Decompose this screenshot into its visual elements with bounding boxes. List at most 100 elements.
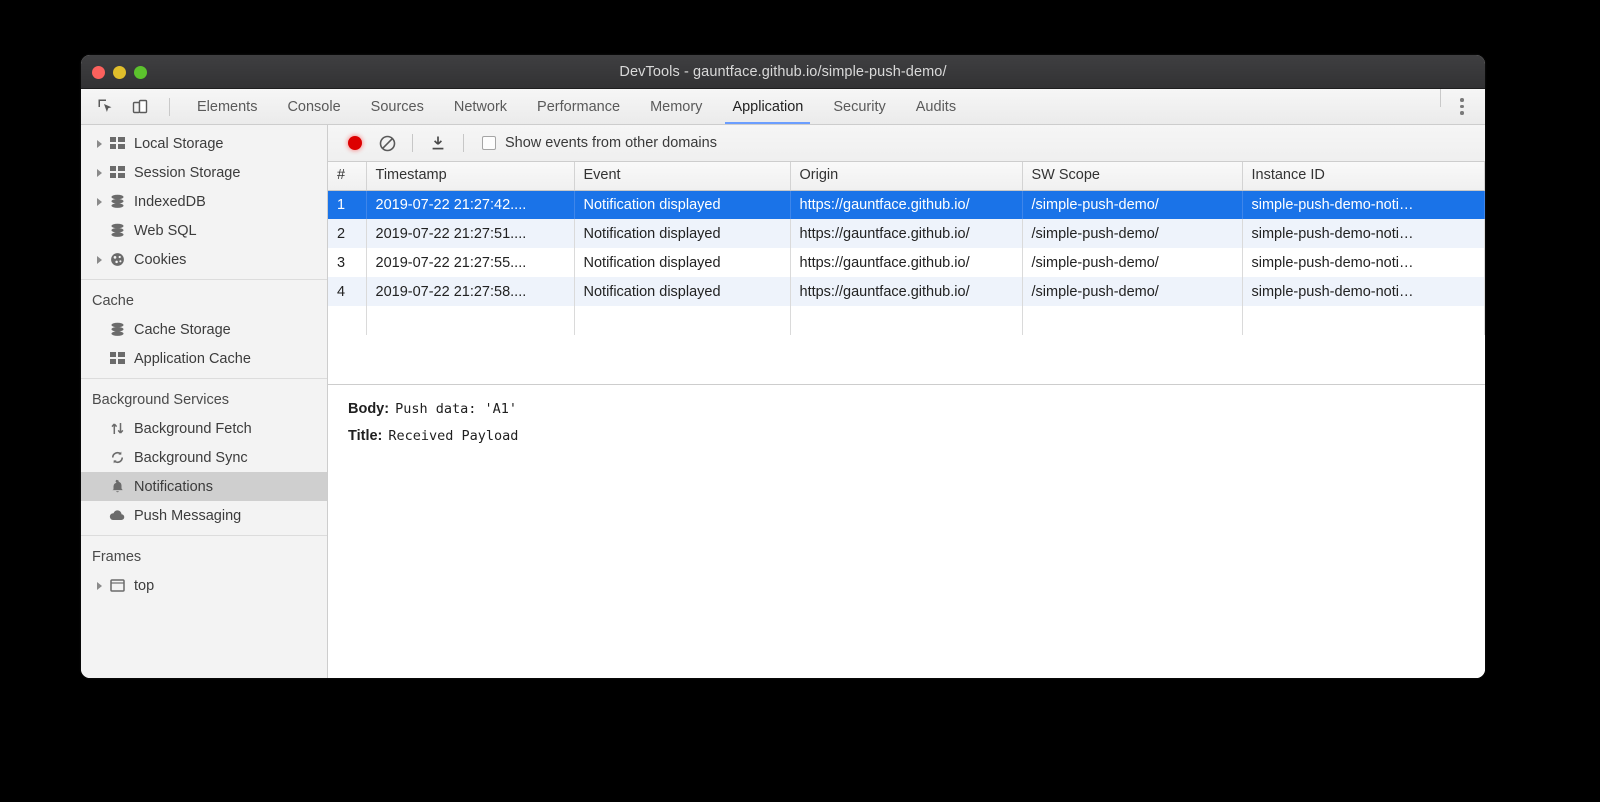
minimize-window-button[interactable] [113,66,126,79]
toolbar-divider-1 [412,134,413,152]
tab-audits[interactable]: Audits [901,89,971,124]
tab-elements[interactable]: Elements [182,89,272,124]
sidebar-item-web-sql[interactable]: Web SQL [81,216,327,245]
detail-key-title: Title: [348,428,382,444]
column-header-timestamp[interactable]: Timestamp [366,162,574,190]
sidebar-item-cache-storage[interactable]: Cache Storage [81,315,327,344]
cell-timestamp: 2019-07-22 21:27:55.... [366,248,574,277]
sidebar-group-title: Background Services [81,388,327,414]
tab-network[interactable]: Network [439,89,522,124]
panel-tabs: Elements Console Sources Network Perform… [182,89,971,124]
database-icon [106,322,128,337]
zoom-window-button[interactable] [134,66,147,79]
sidebar-group-storage: Local Storage Session Storage IndexedDB [81,129,327,279]
download-arrow-icon[interactable] [423,128,453,158]
column-header-origin[interactable]: Origin [790,162,1022,190]
cell-origin: https://gauntface.github.io/ [790,190,1022,219]
tab-label: Network [454,99,507,115]
events-table-head: # Timestamp Event Origin SW Scope Instan… [328,162,1485,190]
chevron-right-icon[interactable] [92,582,106,590]
show-other-domains-checkbox[interactable] [482,136,496,150]
toolbar-divider-2 [463,134,464,152]
chevron-right-icon[interactable] [92,198,106,206]
sidebar-item-label: Application Cache [134,351,251,367]
tab-memory[interactable]: Memory [635,89,717,124]
sidebar-item-label: top [134,578,154,594]
cell-sw-scope: /simple-push-demo/ [1022,219,1242,248]
close-window-button[interactable] [92,66,105,79]
chevron-right-icon[interactable] [92,140,106,148]
column-header-number[interactable]: # [328,162,366,190]
sync-icon [106,450,128,465]
cell-timestamp: 2019-07-22 21:27:58.... [366,277,574,306]
cell-number: 4 [328,277,366,306]
sidebar-group-cache: Cache Cache Storage Application Cache [81,279,327,378]
sidebar-group-frames: Frames top [81,535,327,605]
sidebar-item-label: Session Storage [134,165,240,181]
cell-number: 2 [328,219,366,248]
cell-timestamp: 2019-07-22 21:27:51.... [366,219,574,248]
table-row[interactable]: 2 2019-07-22 21:27:51.... Notification d… [328,219,1485,248]
table-row[interactable]: 4 2019-07-22 21:27:58.... Notification d… [328,277,1485,306]
filler-cell [1242,306,1485,335]
sidebar-item-background-sync[interactable]: Background Sync [81,443,327,472]
filler-cell [1022,306,1242,335]
sidebar-item-application-cache[interactable]: Application Cache [81,344,327,373]
cell-event: Notification displayed [574,248,790,277]
cell-origin: https://gauntface.github.io/ [790,248,1022,277]
bell-icon [106,479,128,494]
inspect-element-icon[interactable] [93,95,117,119]
kebab-menu-icon[interactable] [1451,96,1473,118]
cell-sw-scope: /simple-push-demo/ [1022,190,1242,219]
cell-instance-id: simple-push-demo-noti… [1242,277,1485,306]
device-toolbar-icon[interactable] [128,95,152,119]
column-header-sw-scope[interactable]: SW Scope [1022,162,1242,190]
chevron-right-icon[interactable] [92,169,106,177]
sidebar-item-label: Local Storage [134,136,223,152]
record-circle-icon[interactable] [340,128,370,158]
sidebar-item-label: IndexedDB [134,194,206,210]
devtools-body: Local Storage Session Storage IndexedDB [81,125,1485,678]
sidebar-item-local-storage[interactable]: Local Storage [81,129,327,158]
events-grid[interactable]: # Timestamp Event Origin SW Scope Instan… [328,162,1485,385]
tab-application[interactable]: Application [717,89,818,124]
filler-cell [790,306,1022,335]
sidebar-item-session-storage[interactable]: Session Storage [81,158,327,187]
tab-sources[interactable]: Sources [356,89,439,124]
show-other-domains-checkbox-wrap[interactable]: Show events from other domains [482,135,717,151]
tab-security[interactable]: Security [818,89,900,124]
sidebar-item-push-messaging[interactable]: Push Messaging [81,501,327,530]
events-toolbar: Show events from other domains [328,125,1485,162]
chevron-right-icon[interactable] [92,256,106,264]
tabbar-divider [169,98,170,116]
cell-instance-id: simple-push-demo-noti… [1242,219,1485,248]
window-titlebar: DevTools - gauntface.github.io/simple-pu… [81,55,1485,89]
cell-instance-id: simple-push-demo-noti… [1242,190,1485,219]
tab-console[interactable]: Console [272,89,355,124]
sidebar-item-background-fetch[interactable]: Background Fetch [81,414,327,443]
cell-sw-scope: /simple-push-demo/ [1022,277,1242,306]
sidebar-group-title: Frames [81,545,327,571]
frame-icon [106,579,128,592]
clear-no-entry-icon[interactable] [372,128,402,158]
sidebar-item-notifications[interactable]: Notifications [81,472,327,501]
table-storage-icon [106,352,128,365]
column-header-instance-id[interactable]: Instance ID [1242,162,1485,190]
sidebar-item-label: Notifications [134,479,213,495]
sidebar-group-title: Cache [81,289,327,315]
sidebar-item-indexeddb[interactable]: IndexedDB [81,187,327,216]
filler-cell [366,306,574,335]
tabbar-tool-icons [81,89,182,124]
sidebar-item-top-frame[interactable]: top [81,571,327,600]
table-row[interactable]: 3 2019-07-22 21:27:55.... Notification d… [328,248,1485,277]
sidebar-item-cookies[interactable]: Cookies [81,245,327,274]
cell-sw-scope: /simple-push-demo/ [1022,248,1242,277]
tabbar-right-controls [1440,89,1485,124]
column-header-event[interactable]: Event [574,162,790,190]
detail-row-body: Body: Push data: 'A1' [348,401,1485,417]
cookie-icon [106,252,128,267]
traffic-lights [92,55,147,89]
notifications-panel: Show events from other domains # Timesta… [328,125,1485,678]
tab-performance[interactable]: Performance [522,89,635,124]
table-row[interactable]: 1 2019-07-22 21:27:42.... Notification d… [328,190,1485,219]
